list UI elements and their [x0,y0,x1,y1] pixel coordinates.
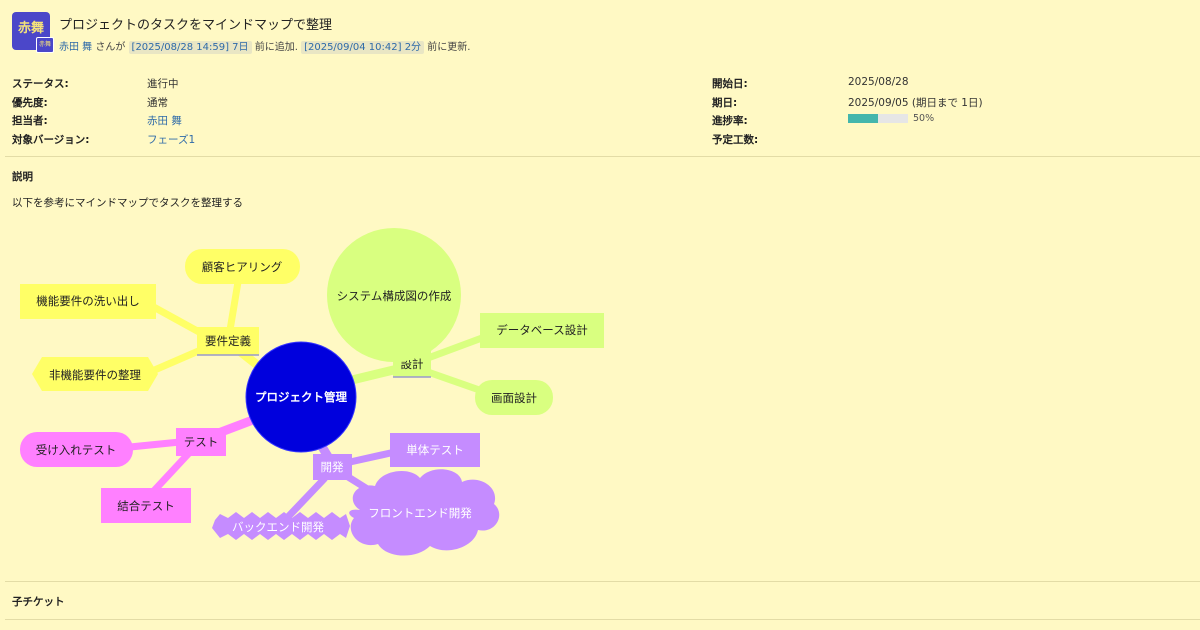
node-backend-label: バックエンド開発 [232,520,324,534]
divider [5,156,1200,157]
mindmap-node-integration[interactable]: 結合テスト [101,488,191,523]
mindmap-node-hearing[interactable]: 顧客ヒアリング [185,249,300,284]
progress-percent: 50% [913,113,935,124]
node-test-label: テスト [184,435,219,449]
mindmap-node-functional[interactable]: 機能要件の洗い出し [20,284,156,319]
mindmap-node-backend[interactable]: バックエンド開発 [212,512,350,540]
node-hearing-label: 顧客ヒアリング [202,260,283,274]
avatar-badge-text: 赤舞 [38,41,51,48]
progress-label: 進捗率: [712,115,748,127]
mindmap-node-req[interactable]: 要件定義 [197,327,259,356]
assignee-link[interactable]: 赤田 舞 [147,113,182,128]
due-date-value: 2025/09/05 (期日まで 1日) [848,97,983,109]
avatar-initials: 赤舞 [17,21,44,36]
mindmap-node-frontend[interactable]: フロントエンド開発 [349,469,500,556]
issue-header: 赤舞 赤舞 プロジェクトのタスクをマインドマップで整理 赤田 舞 さんが [20… [12,12,1200,56]
status-value: 進行中 [147,78,179,90]
issue-meta: 赤田 舞 さんが [2025/08/28 14:59] 7日 前に追加. [20… [59,38,471,54]
mindmap-node-db[interactable]: データベース設計 [480,313,604,348]
meta-created-suffix: 前に追加. [251,42,302,53]
priority-value: 通常 [147,97,168,109]
connector-dev-unit [349,448,396,466]
progress-bar-fill [848,114,878,123]
node-unit-label: 単体テスト [406,443,464,457]
meta-updated-suffix: 前に更新. [424,42,471,53]
node-center-label: プロジェクト管理 [255,390,347,404]
node-screen-label: 画面設計 [491,391,537,405]
updated-timestamp-link[interactable]: [2025/09/04 10:42] 2分 [301,41,425,54]
mindmap-node-test[interactable]: テスト [176,428,226,456]
node-frontend-label: フロントエンド開発 [368,506,472,520]
mindmap-node-system[interactable]: システム構成図の作成 [327,228,461,362]
connector-dev-backend [282,475,328,523]
node-functional-label: 機能要件の洗い出し [36,294,140,308]
meta-text: さんが [92,42,129,53]
mindmap-node-unit[interactable]: 単体テスト [390,433,480,467]
mindmap-node-dev[interactable]: 開発 [313,454,352,480]
node-db-label: データベース設計 [496,323,587,337]
created-timestamp-link[interactable]: [2025/08/28 14:59] 7日 [128,41,252,54]
node-system-label: システム構成図の作成 [337,289,452,303]
start-date-value: 2025/08/28 [848,76,909,88]
mindmap-node-acceptance[interactable]: 受け入れテスト [20,432,133,467]
divider-bottom [5,619,1200,620]
description-title: 説明 [12,171,33,183]
node-nonfunctional-label: 非機能要件の整理 [49,368,141,382]
version-link[interactable]: フェーズ1 [147,132,195,147]
mindmap-node-center[interactable]: プロジェクト管理 [245,341,357,453]
status-label: ステータス: [12,78,69,90]
mindmap-node-screen[interactable]: 画面設計 [475,380,553,415]
mindmap-node-nonfunctional[interactable]: 非機能要件の整理 [32,357,158,391]
estimate-label: 予定工数: [712,134,759,146]
node-acceptance-label: 受け入れテスト [36,443,117,457]
author-link[interactable]: 赤田 舞 [59,42,92,53]
connector-design-screen [426,368,487,396]
node-dev-label: 開発 [321,460,344,474]
author-avatar-badge: 赤舞 [36,37,54,53]
start-date-label: 開始日: [712,78,748,90]
divider-subtickets [5,581,1200,582]
progress-bar [848,114,908,123]
issue-title: プロジェクトのタスクをマインドマップで整理 [59,18,333,33]
mindmap-diagram: 要件定義 顧客ヒアリング 機能要件の洗い出し 非機能要件の整理 設計 システム構… [20,228,604,556]
priority-label: 優先度: [12,97,48,109]
assignee-label: 担当者: [12,115,48,127]
version-label: 対象バージョン: [12,134,90,146]
node-integration-label: 結合テスト [117,499,175,513]
due-date-label: 期日: [712,97,738,109]
node-req-label: 要件定義 [205,334,251,348]
subtickets-title: 子チケット [12,596,65,608]
description-text: 以下を参考にマインドマップでタスクを整理する [12,197,243,209]
